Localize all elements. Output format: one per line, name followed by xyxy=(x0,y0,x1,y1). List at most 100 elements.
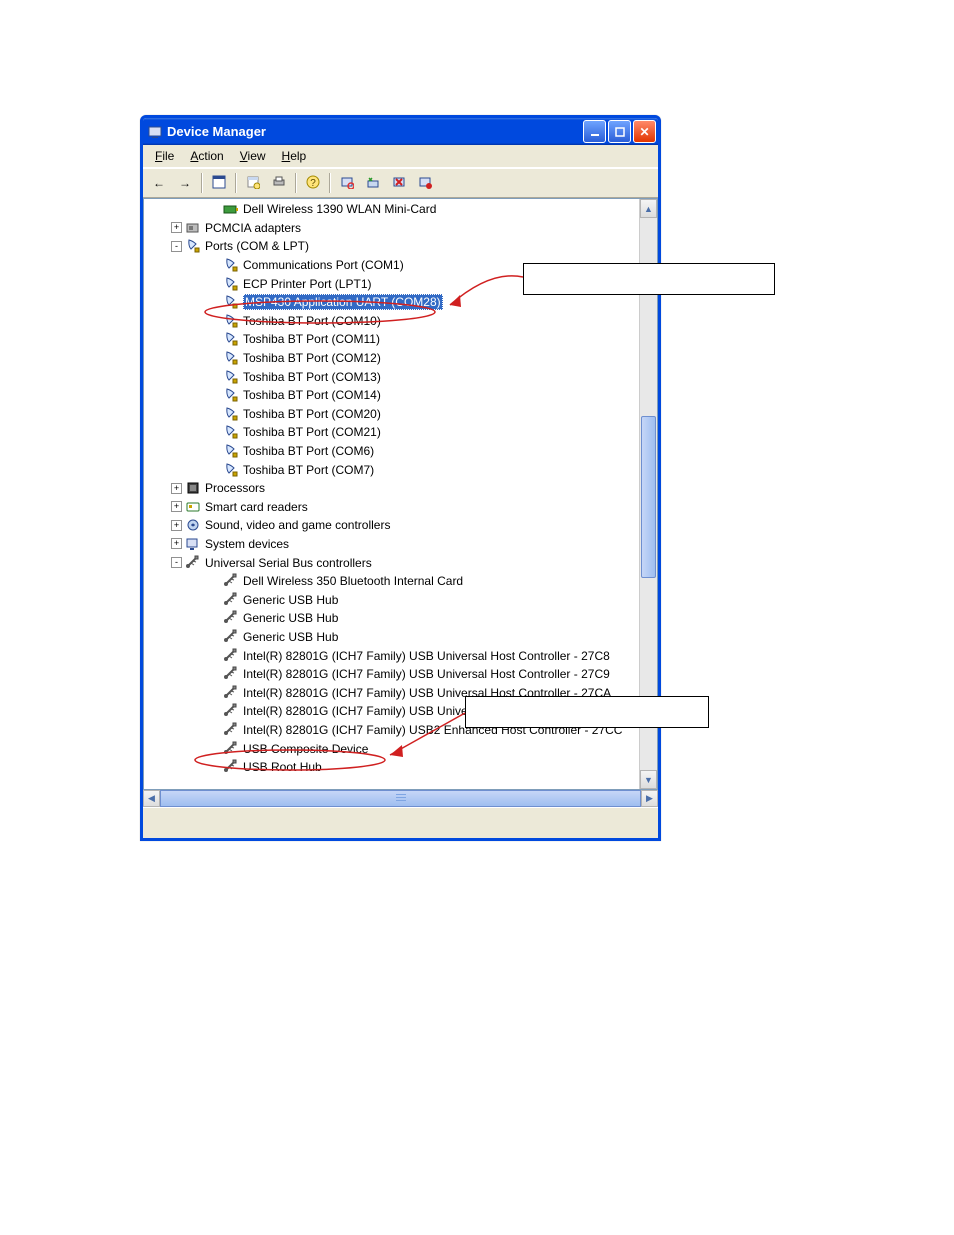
tree-item-label: MSP430 Application UART (COM28) xyxy=(243,294,443,310)
printer-icon xyxy=(272,175,286,192)
show-hide-tree-button[interactable] xyxy=(207,171,231,195)
menu-view[interactable]: View xyxy=(232,147,274,165)
tree-item[interactable]: Toshiba BT Port (COM20) xyxy=(144,405,640,424)
arrow-left-icon: ← xyxy=(153,176,165,190)
titlebar[interactable]: Device Manager ✕ xyxy=(143,118,658,145)
tree-item[interactable]: Generic USB Hub xyxy=(144,609,640,628)
expand-icon[interactable]: + xyxy=(171,538,182,549)
port-icon xyxy=(223,424,239,440)
tree-item-label: Toshiba BT Port (COM7) xyxy=(243,463,374,477)
tree-item-label: Toshiba BT Port (COM6) xyxy=(243,444,374,458)
tree-item[interactable]: Intel(R) 82801G (ICH7 Family) USB Univer… xyxy=(144,646,640,665)
back-button[interactable]: ← xyxy=(147,171,171,195)
tree-item[interactable]: MSP430 Application UART (COM28) xyxy=(144,293,640,312)
tree-item[interactable]: Toshiba BT Port (COM14) xyxy=(144,386,640,405)
tree-item-label: Generic USB Hub xyxy=(243,611,338,625)
scan-hardware-button[interactable] xyxy=(335,171,359,195)
forward-button[interactable]: → xyxy=(173,171,197,195)
print-button[interactable] xyxy=(267,171,291,195)
collapse-icon[interactable]: - xyxy=(171,557,182,568)
separator xyxy=(329,173,331,193)
properties-button[interactable] xyxy=(241,171,265,195)
tree-item-label: USB Composite Device xyxy=(243,742,368,756)
usb-icon xyxy=(223,722,239,738)
menubar: File Action View Help xyxy=(143,145,658,168)
port-icon xyxy=(223,257,239,273)
minimize-button[interactable] xyxy=(583,120,606,143)
update-driver-icon xyxy=(418,175,432,192)
arrow-right-icon: → xyxy=(179,176,191,190)
tree-item-label: Universal Serial Bus controllers xyxy=(205,556,372,570)
usb-icon xyxy=(223,741,239,757)
collapse-icon[interactable]: - xyxy=(171,241,182,252)
port-icon xyxy=(223,462,239,478)
usb-icon xyxy=(223,703,239,719)
scard-icon xyxy=(185,499,201,515)
tree-item[interactable]: +PCMCIA adapters xyxy=(144,219,640,238)
expand-icon[interactable]: + xyxy=(171,520,182,531)
tree-item[interactable]: + Sound, video and game controllers xyxy=(144,516,640,535)
expand-icon[interactable]: + xyxy=(171,501,182,512)
usb-icon xyxy=(223,610,239,626)
help-icon: ? xyxy=(306,175,320,192)
tree-item[interactable]: Generic USB Hub xyxy=(144,628,640,647)
app-icon xyxy=(147,124,163,140)
hscroll-thumb[interactable] xyxy=(160,790,641,807)
remove-icon xyxy=(366,175,380,192)
expand-icon[interactable]: + xyxy=(171,483,182,494)
disable-button[interactable] xyxy=(387,171,411,195)
tree-item[interactable]: Dell Wireless 350 Bluetooth Internal Car… xyxy=(144,572,640,591)
usb-icon xyxy=(223,666,239,682)
scroll-right-button[interactable]: ▶ xyxy=(641,790,658,807)
usb-icon xyxy=(223,759,239,775)
port-icon xyxy=(223,443,239,459)
scroll-thumb[interactable] xyxy=(641,416,656,578)
uninstall-button[interactable] xyxy=(361,171,385,195)
help-button[interactable]: ? xyxy=(301,171,325,195)
tree-item[interactable]: - Universal Serial Bus controllers xyxy=(144,553,640,572)
tree-item[interactable]: Toshiba BT Port (COM21) xyxy=(144,423,640,442)
tree-item[interactable]: -Ports (COM & LPT) xyxy=(144,237,640,256)
tree-item-label: Sound, video and game controllers xyxy=(205,518,390,532)
tree-item-label: Smart card readers xyxy=(205,500,308,514)
port-icon xyxy=(223,313,239,329)
tree-item-label: Intel(R) 82801G (ICH7 Family) USB Univer… xyxy=(243,667,610,681)
menu-help[interactable]: Help xyxy=(274,147,315,165)
tree-item[interactable]: Toshiba BT Port (COM13) xyxy=(144,367,640,386)
tree-item[interactable]: USB Composite Device xyxy=(144,739,640,758)
update-driver-button[interactable] xyxy=(413,171,437,195)
usb-icon xyxy=(223,629,239,645)
tree-item[interactable]: Toshiba BT Port (COM6) xyxy=(144,442,640,461)
tree-item[interactable]: Toshiba BT Port (COM10) xyxy=(144,312,640,331)
scan-icon xyxy=(340,175,354,192)
tree-item[interactable]: Toshiba BT Port (COM12) xyxy=(144,349,640,368)
tree-item-label: Toshiba BT Port (COM14) xyxy=(243,388,381,402)
properties-icon xyxy=(246,175,260,192)
device-manager-window: Device Manager ✕ File Action View Help ←… xyxy=(140,115,661,841)
tree-item[interactable]: Intel(R) 82801G (ICH7 Family) USB Univer… xyxy=(144,665,640,684)
tree-item-label: Dell Wireless 350 Bluetooth Internal Car… xyxy=(243,574,463,588)
close-button[interactable]: ✕ xyxy=(633,120,656,143)
tree-item[interactable]: Generic USB Hub xyxy=(144,590,640,609)
maximize-button[interactable] xyxy=(608,120,631,143)
horizontal-scrollbar[interactable]: ◀ ▶ xyxy=(143,790,658,807)
tree-item[interactable]: Dell Wireless 1390 WLAN Mini-Card xyxy=(144,200,640,219)
callout-box-top xyxy=(523,263,775,295)
callout-box-bottom xyxy=(465,696,709,728)
menu-file[interactable]: File xyxy=(147,147,182,165)
scroll-down-button[interactable]: ▼ xyxy=(640,770,657,789)
tree-item[interactable]: +Processors xyxy=(144,479,640,498)
scroll-left-button[interactable]: ◀ xyxy=(143,790,160,807)
port-icon xyxy=(223,350,239,366)
tree-item[interactable]: + Smart card readers xyxy=(144,498,640,517)
port-icon xyxy=(223,387,239,403)
cpu-icon xyxy=(185,480,201,496)
port-icon xyxy=(223,294,239,310)
menu-action[interactable]: Action xyxy=(182,147,231,165)
tree-item[interactable]: Toshiba BT Port (COM11) xyxy=(144,330,640,349)
tree-item[interactable]: Toshiba BT Port (COM7) xyxy=(144,460,640,479)
tree-item[interactable]: USB Root Hub xyxy=(144,758,640,777)
tree-item[interactable]: +System devices xyxy=(144,535,640,554)
expand-icon[interactable]: + xyxy=(171,222,182,233)
usb-icon xyxy=(223,573,239,589)
